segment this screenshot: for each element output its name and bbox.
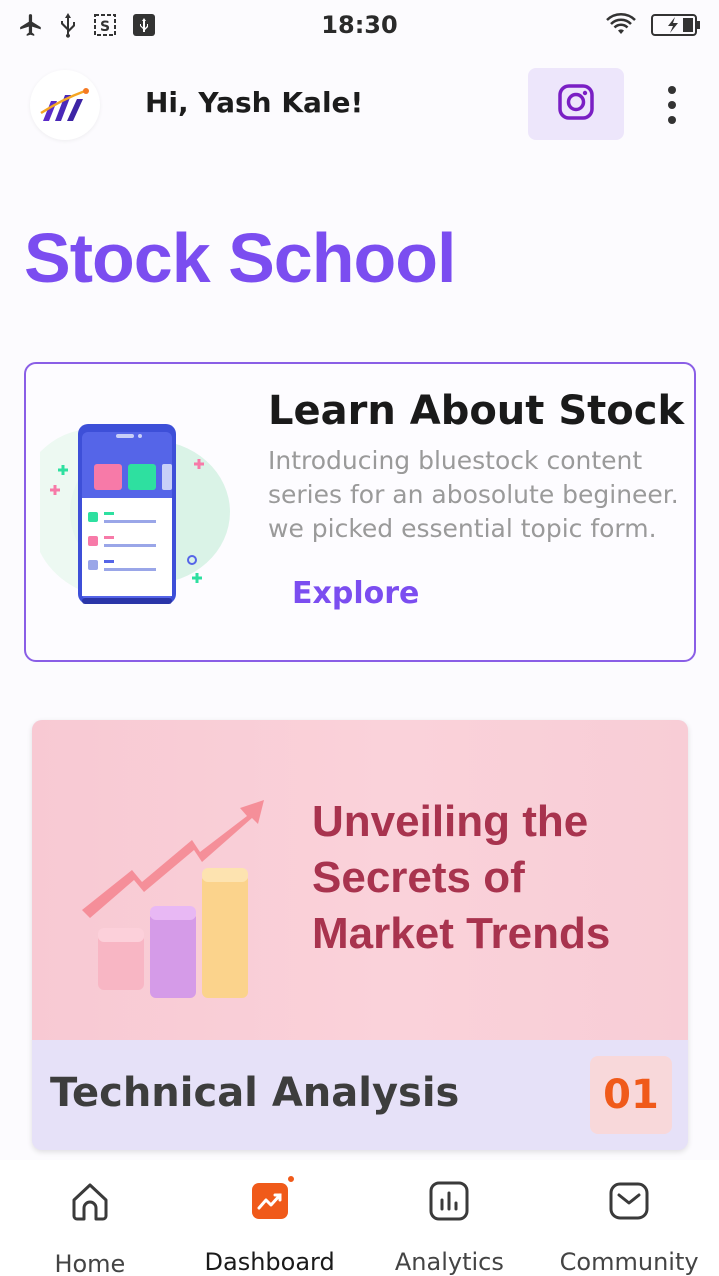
- app-header: Hi, Yash Kale!: [0, 66, 719, 144]
- nav-label-dashboard: Dashboard: [204, 1248, 335, 1276]
- greeting-text: Hi, Yash Kale!: [145, 86, 364, 119]
- instagram-icon: [557, 83, 595, 126]
- learn-card-title: Learn About Stock: [268, 388, 685, 434]
- usb-settings-icon: [132, 13, 156, 37]
- notification-dot: [285, 1174, 296, 1184]
- dashboard-icon: [248, 1174, 296, 1222]
- nav-label-home: Home: [54, 1250, 126, 1276]
- course-name: Technical Analysis: [50, 1070, 460, 1116]
- app-screen: S 18:30 Hi, Yash Kale! Stock School Lear…: [0, 0, 719, 1276]
- home-icon: [68, 1180, 112, 1224]
- status-right-icons: [605, 13, 701, 37]
- instagram-button[interactable]: [528, 68, 624, 140]
- more-vertical-icon: [668, 86, 676, 94]
- banner-headline: Unveiling the Secrets of Market Trends: [312, 797, 611, 958]
- more-dot: [668, 101, 676, 109]
- screenshot-icon: S: [92, 12, 118, 38]
- mail-icon: [607, 1180, 651, 1222]
- nav-label-community: Community: [559, 1248, 699, 1276]
- bar-chart-arrow-illustration: [72, 770, 312, 1010]
- nav-item-home[interactable]: Home: [0, 1160, 180, 1276]
- course-banner: Unveiling the Secrets of Market Trends: [32, 720, 688, 1040]
- wifi-icon: [605, 13, 637, 37]
- usb-icon: [58, 12, 78, 38]
- analytics-icon: [427, 1180, 471, 1222]
- nav-item-community[interactable]: Community: [539, 1160, 719, 1276]
- svg-text:S: S: [100, 19, 110, 35]
- app-logo-icon[interactable]: [30, 70, 100, 140]
- status-time: 18:30: [321, 11, 398, 39]
- airplane-icon: [18, 12, 44, 38]
- status-left-icons: S: [18, 12, 156, 38]
- course-number-badge: 01: [590, 1056, 672, 1134]
- nav-item-dashboard[interactable]: Dashboard: [180, 1160, 360, 1276]
- more-options-button[interactable]: [656, 80, 688, 130]
- phone-illustration: [30, 412, 240, 622]
- learn-card-description: Introducing bluestock content series for…: [268, 446, 679, 543]
- nav-label-analytics: Analytics: [394, 1248, 504, 1276]
- explore-button[interactable]: Explore: [292, 576, 419, 611]
- battery-charging-icon: [651, 13, 701, 37]
- page-title: Stock School: [24, 219, 456, 297]
- nav-item-analytics[interactable]: Analytics: [360, 1160, 540, 1276]
- more-dot: [668, 116, 676, 124]
- bottom-navigation: Home Dashboard Analytics Community: [0, 1160, 719, 1276]
- course-card[interactable]: Unveiling the Secrets of Market Trends T…: [32, 720, 688, 1150]
- course-footer: Technical Analysis 01: [32, 1040, 688, 1150]
- learn-about-stock-card[interactable]: Learn About Stock Introducing bluestock …: [24, 362, 696, 662]
- status-bar: S 18:30: [0, 0, 719, 50]
